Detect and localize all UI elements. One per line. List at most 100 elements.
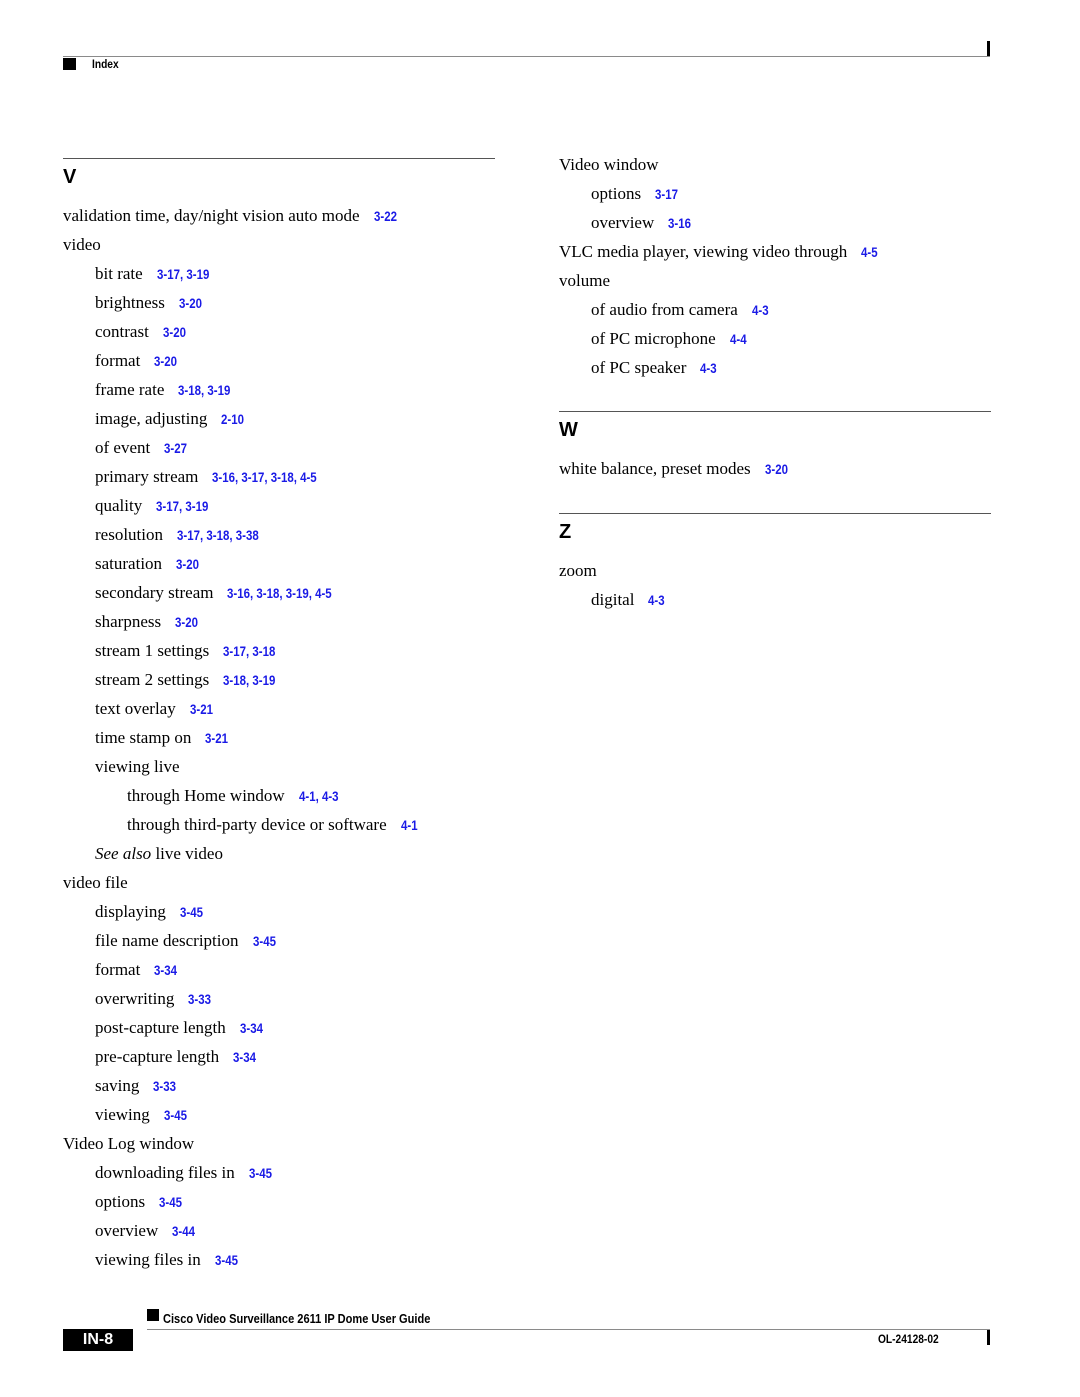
- page-references: 3-17, 3-18: [223, 643, 276, 659]
- page-reference-link[interactable]: 3-18: [271, 469, 294, 485]
- index-term: of PC speaker: [591, 358, 687, 377]
- index-term: displaying: [95, 902, 166, 921]
- page-reference-link[interactable]: 3-38: [236, 527, 259, 543]
- index-term: pre-capture length: [95, 1047, 220, 1066]
- page-reference-link[interactable]: 3-16: [227, 585, 250, 601]
- page-references: 4-3: [648, 586, 665, 615]
- page-reference-link[interactable]: 3-18: [178, 382, 201, 398]
- index-term: stream 1 settings: [95, 641, 210, 660]
- index-term: quality: [95, 496, 143, 515]
- page-reference-link[interactable]: 4-5: [861, 244, 878, 260]
- page-reference-link[interactable]: 3-45: [253, 933, 276, 949]
- page-reference-link[interactable]: 4-3: [752, 302, 769, 318]
- header-rule: [63, 56, 990, 57]
- index-entry: primary stream 3-16, 3-17, 3-18, 4-5: [63, 462, 495, 491]
- index-entry: overview 3-44: [63, 1216, 495, 1245]
- page-reference-link[interactable]: 2-10: [221, 411, 244, 427]
- page-references: 3-17, 3-19: [156, 498, 209, 514]
- index-entry: volume: [559, 266, 991, 295]
- page-references: 3-34: [154, 956, 177, 985]
- page-reference-link[interactable]: 3-17: [156, 498, 179, 514]
- page-reference-link[interactable]: 3-21: [190, 701, 213, 717]
- page-reference-link[interactable]: 3-18: [206, 527, 229, 543]
- page-reference-link[interactable]: 3-33: [188, 991, 211, 1007]
- index-entry: validation time, day/night vision auto m…: [63, 201, 495, 230]
- index-term: viewing live: [95, 757, 180, 776]
- see-also-label: See also: [95, 844, 152, 863]
- page-reference-link[interactable]: 3-20: [179, 295, 202, 311]
- page-reference-link[interactable]: 3-19: [208, 382, 231, 398]
- page-references: 3-44: [172, 1217, 195, 1246]
- footer-tick-mark: [987, 1330, 990, 1345]
- page-reference-link[interactable]: 3-21: [205, 730, 228, 746]
- page-reference-link[interactable]: 3-17: [223, 643, 246, 659]
- page-reference-link[interactable]: 3-34: [233, 1049, 256, 1065]
- page-reference-link[interactable]: 4-3: [700, 360, 717, 376]
- index-entry: overwriting 3-33: [63, 984, 495, 1013]
- page-reference-link[interactable]: 4-5: [316, 585, 333, 601]
- page-reference-link[interactable]: 3-20: [163, 324, 186, 340]
- page-references: 4-1, 4-3: [298, 788, 339, 804]
- index-term: format: [95, 960, 141, 979]
- page-reference-link[interactable]: 3-45: [159, 1194, 182, 1210]
- index-term: video: [63, 235, 101, 254]
- page-reference-link[interactable]: 3-17: [157, 266, 180, 282]
- page-reference-link[interactable]: 3-18: [257, 585, 280, 601]
- page-reference-link[interactable]: 3-45: [164, 1107, 187, 1123]
- page-reference-link[interactable]: 3-18: [253, 643, 276, 659]
- index-section: Wwhite balance, preset modes 3-20: [559, 411, 991, 483]
- index-entry: overview 3-16: [559, 208, 991, 237]
- page-reference-link[interactable]: 4-4: [730, 331, 747, 347]
- page-reference-link[interactable]: 4-1: [299, 788, 316, 804]
- index-entry: VLC media player, viewing video through 4…: [559, 237, 991, 266]
- section-letter: V: [63, 166, 77, 188]
- index-term: text overlay: [95, 699, 176, 718]
- page-reference-link[interactable]: 3-45: [249, 1165, 272, 1181]
- page-reference-link[interactable]: 3-16: [212, 469, 235, 485]
- page-reference-link[interactable]: 3-18: [223, 672, 246, 688]
- page-reference-link[interactable]: 3-22: [374, 208, 397, 224]
- index-term: contrast: [95, 322, 149, 341]
- index-entry: quality 3-17, 3-19: [63, 491, 495, 520]
- page-reference-link[interactable]: 3-34: [240, 1020, 263, 1036]
- page-references: 3-21: [190, 695, 213, 724]
- index-term: frame rate: [95, 380, 165, 399]
- page-reference-link[interactable]: 3-19: [186, 498, 209, 514]
- index-entry: secondary stream 3-16, 3-18, 3-19, 4-5: [63, 578, 495, 607]
- page-references: 3-33: [188, 985, 211, 1014]
- page-references: 3-33: [153, 1072, 176, 1101]
- index-entry: displaying 3-45: [63, 897, 495, 926]
- page-reference-link[interactable]: 3-45: [180, 904, 203, 920]
- page-reference-link[interactable]: 3-20: [765, 461, 788, 477]
- page-reference-link[interactable]: 3-16: [668, 215, 691, 231]
- page-reference-link[interactable]: 3-44: [172, 1223, 195, 1239]
- index-entry: white balance, preset modes 3-20: [559, 454, 991, 483]
- page-reference-link[interactable]: 4-3: [322, 788, 339, 804]
- page-reference-link[interactable]: 3-17: [177, 527, 200, 543]
- page-reference-link[interactable]: 3-33: [153, 1078, 176, 1094]
- page-reference-link[interactable]: 3-20: [175, 614, 198, 630]
- page-reference-link[interactable]: 3-19: [253, 672, 276, 688]
- page-reference-link[interactable]: 3-34: [154, 962, 177, 978]
- page-reference-link[interactable]: 3-20: [154, 353, 177, 369]
- page-reference-link[interactable]: 4-1: [401, 817, 418, 833]
- index-entry: pre-capture length 3-34: [63, 1042, 495, 1071]
- page-references: 3-18, 3-19: [178, 382, 231, 398]
- page-reference-link[interactable]: 4-3: [648, 592, 665, 608]
- index-term: overview: [591, 213, 655, 232]
- page-reference-link[interactable]: 3-27: [164, 440, 187, 456]
- page-reference-link[interactable]: 3-19: [186, 266, 209, 282]
- page-reference-link[interactable]: 3-17: [242, 469, 265, 485]
- page-references: 3-20: [154, 347, 177, 376]
- page-reference-link[interactable]: 3-45: [215, 1252, 238, 1268]
- index-term: of audio from camera: [591, 300, 738, 319]
- index-entry: saving 3-33: [63, 1071, 495, 1100]
- index-term: file name description: [95, 931, 239, 950]
- page-reference-link[interactable]: 4-5: [300, 469, 317, 485]
- page-reference-link[interactable]: 3-20: [176, 556, 199, 572]
- index-term: bit rate: [95, 264, 143, 283]
- index-entry: resolution 3-17, 3-18, 3-38: [63, 520, 495, 549]
- page-reference-link[interactable]: 3-19: [286, 585, 309, 601]
- header-tick-mark: [987, 41, 990, 56]
- page-reference-link[interactable]: 3-17: [655, 186, 678, 202]
